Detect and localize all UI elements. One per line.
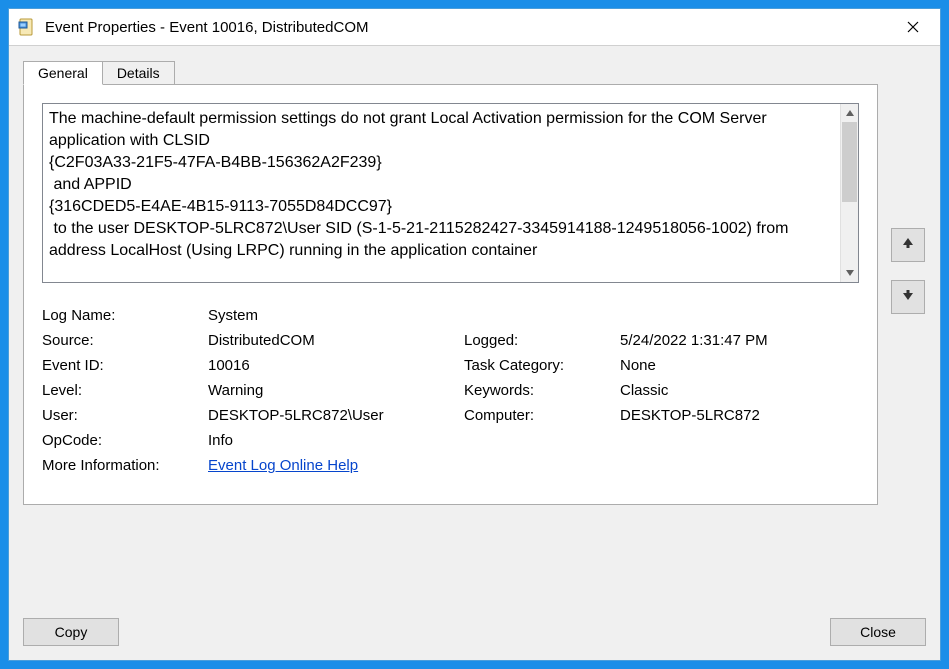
tab-details[interactable]: Details [102, 61, 175, 85]
value-event-id: 10016 [208, 357, 458, 374]
value-log-name: System [208, 307, 859, 324]
label-logged: Logged: [464, 332, 614, 349]
label-level: Level: [42, 382, 202, 399]
scroll-thumb[interactable] [842, 122, 857, 202]
arrow-up-icon [900, 235, 916, 255]
tab-details-label: Details [117, 65, 160, 81]
label-opcode: OpCode: [42, 432, 202, 449]
label-keywords: Keywords: [464, 382, 614, 399]
label-log-name: Log Name: [42, 307, 202, 324]
value-computer: DESKTOP-5LRC872 [620, 407, 859, 424]
arrow-down-icon [900, 287, 916, 307]
description-scrollbar[interactable] [840, 104, 858, 282]
tab-general[interactable]: General [23, 61, 103, 85]
label-event-id: Event ID: [42, 357, 202, 374]
app-icon [17, 17, 37, 37]
previous-event-button[interactable] [891, 228, 925, 262]
next-event-button[interactable] [891, 280, 925, 314]
label-user: User: [42, 407, 202, 424]
value-level: Warning [208, 382, 458, 399]
event-details-grid: Log Name: System Source: DistributedCOM … [42, 307, 859, 474]
event-nav-column [890, 58, 926, 314]
value-task-category: None [620, 357, 859, 374]
value-opcode: Info [208, 432, 859, 449]
window-title: Event Properties - Event 10016, Distribu… [45, 19, 890, 36]
value-source: DistributedCOM [208, 332, 458, 349]
label-computer: Computer: [464, 407, 614, 424]
tab-general-label: General [38, 65, 88, 81]
event-log-help-link[interactable]: Event Log Online Help [208, 457, 358, 474]
label-source: Source: [42, 332, 202, 349]
value-logged: 5/24/2022 1:31:47 PM [620, 332, 859, 349]
tab-strip: General Details [23, 58, 878, 84]
value-more-info: Event Log Online Help [208, 457, 859, 474]
button-bar: Copy Close [23, 618, 926, 646]
copy-button[interactable]: Copy [23, 618, 119, 646]
scroll-down-arrow-icon[interactable] [841, 264, 858, 282]
scroll-up-arrow-icon[interactable] [841, 104, 858, 122]
description-text[interactable]: The machine-default permission settings … [43, 104, 840, 282]
event-properties-window: Event Properties - Event 10016, Distribu… [8, 8, 941, 661]
label-more-info: More Information: [42, 457, 202, 474]
titlebar: Event Properties - Event 10016, Distribu… [9, 9, 940, 45]
close-window-button[interactable] [890, 12, 936, 42]
value-keywords: Classic [620, 382, 859, 399]
label-task-category: Task Category: [464, 357, 614, 374]
client-area: General Details The machine-default perm… [9, 45, 940, 660]
close-button[interactable]: Close [830, 618, 926, 646]
value-user: DESKTOP-5LRC872\User [208, 407, 458, 424]
tab-page-general: The machine-default permission settings … [23, 84, 878, 505]
description-box: The machine-default permission settings … [42, 103, 859, 283]
